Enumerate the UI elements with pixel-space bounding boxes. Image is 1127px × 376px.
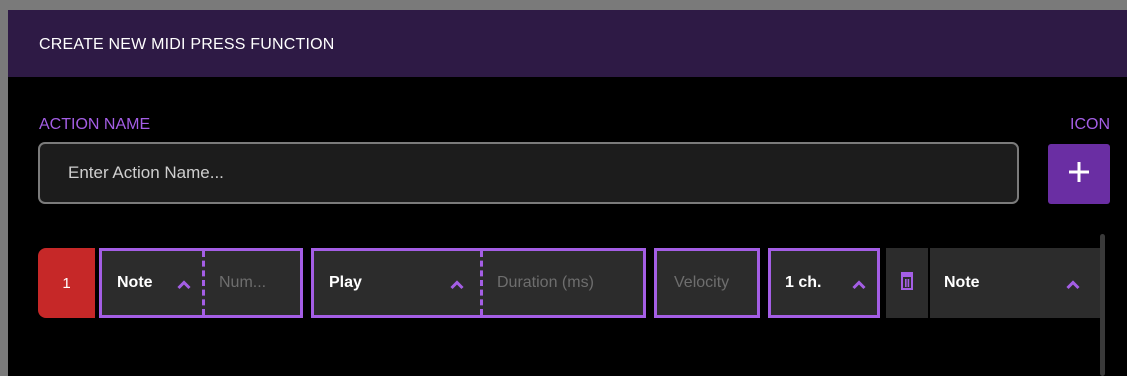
channel-value: 1 ch.	[785, 274, 822, 291]
velocity-input[interactable]: Velocity	[654, 248, 760, 318]
action-name-input[interactable]	[38, 142, 1019, 204]
segment-divider	[480, 251, 483, 315]
chevron-up-icon	[852, 277, 866, 295]
chevron-up-icon	[177, 277, 191, 295]
midi-function-dialog: CREATE NEW MIDI PRESS FUNCTION ACTION NA…	[8, 10, 1127, 376]
second-note-value: Note	[944, 274, 980, 291]
note-number-placeholder: Num...	[219, 274, 267, 291]
second-note-select[interactable]: Note	[930, 248, 1100, 318]
duration-placeholder: Duration (ms)	[497, 274, 594, 291]
velocity-placeholder: Velocity	[674, 274, 730, 291]
step-index-badge: 1	[38, 248, 95, 318]
plus-icon	[1067, 160, 1091, 189]
note-type-value: Note	[117, 274, 153, 291]
mode-duration-group: Play Duration (ms)	[311, 248, 646, 318]
segment-divider	[202, 251, 205, 315]
duration-input[interactable]: Duration (ms)	[497, 251, 637, 315]
mode-select[interactable]: Play	[329, 251, 449, 315]
chevron-up-icon	[1066, 277, 1080, 295]
trash-icon	[900, 271, 914, 295]
dialog-title: CREATE NEW MIDI PRESS FUNCTION	[39, 36, 335, 53]
note-number-input[interactable]: Num...	[219, 251, 299, 315]
chevron-up-icon	[450, 277, 464, 295]
dialog-header: CREATE NEW MIDI PRESS FUNCTION	[8, 10, 1127, 77]
note-number-group: Note Num...	[99, 248, 303, 318]
vertical-scrollbar[interactable]	[1100, 234, 1105, 376]
action-name-label: ACTION NAME	[39, 116, 151, 133]
delete-step-button[interactable]	[886, 248, 928, 318]
add-icon-button[interactable]	[1048, 144, 1110, 204]
icon-label: ICON	[1070, 116, 1110, 133]
channel-select[interactable]: 1 ch.	[768, 248, 880, 318]
mode-value: Play	[329, 274, 362, 291]
